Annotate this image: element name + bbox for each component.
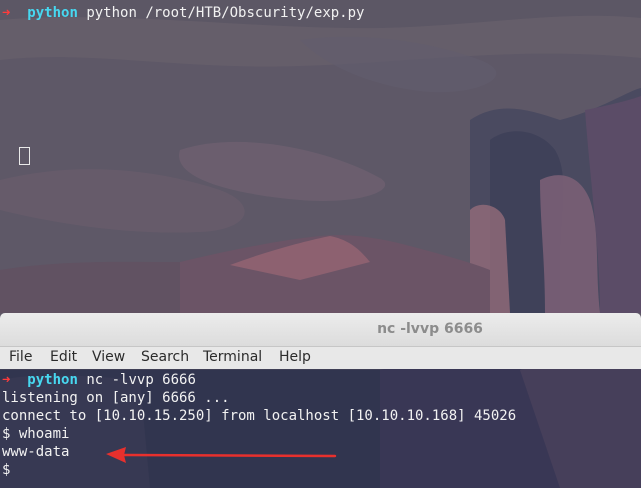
menu-view[interactable]: View [92, 349, 125, 367]
terminal-window[interactable]: nc -lvvp 6666 File Edit View Search Term… [0, 313, 641, 488]
prompt-line: ➜ python nc -lvvp 6666 [2, 371, 196, 389]
menu-bar: File Edit View Search Terminal Help [0, 347, 641, 369]
menu-file[interactable]: File [9, 349, 32, 367]
menu-search[interactable]: Search [141, 349, 189, 367]
terminal-body[interactable]: ➜ python nc -lvvp 6666 listening on [any… [0, 369, 641, 488]
top-command-line: ➜ python python /root/HTB/Obscurity/exp.… [2, 4, 364, 22]
prompt-arrow-icon: ➜ [2, 372, 11, 388]
menu-edit[interactable]: Edit [50, 349, 77, 367]
output-line: $ whoami [2, 426, 70, 442]
window-title: nc -lvvp 6666 [377, 321, 483, 337]
menu-help[interactable]: Help [279, 349, 311, 367]
top-terminal[interactable]: ➜ python python /root/HTB/Obscurity/exp.… [0, 4, 641, 26]
output-line: connect to [10.10.15.250] from localhost… [2, 408, 517, 424]
command-text: nc -lvvp 6666 [86, 372, 196, 388]
terminal-cursor [19, 147, 30, 165]
top-command-text: python /root/HTB/Obscurity/exp.py [86, 5, 365, 21]
output-line: listening on [any] 6666 ... [2, 390, 230, 406]
prompt-arrow-icon: ➜ [2, 5, 11, 21]
terminal-titlebar[interactable]: nc -lvvp 6666 [0, 313, 641, 347]
output-line: www-data [2, 444, 70, 460]
prompt-directory: python [27, 372, 78, 388]
prompt-directory: python [27, 5, 78, 21]
menu-terminal[interactable]: Terminal [203, 349, 262, 367]
shell-prompt: $ [2, 462, 19, 478]
